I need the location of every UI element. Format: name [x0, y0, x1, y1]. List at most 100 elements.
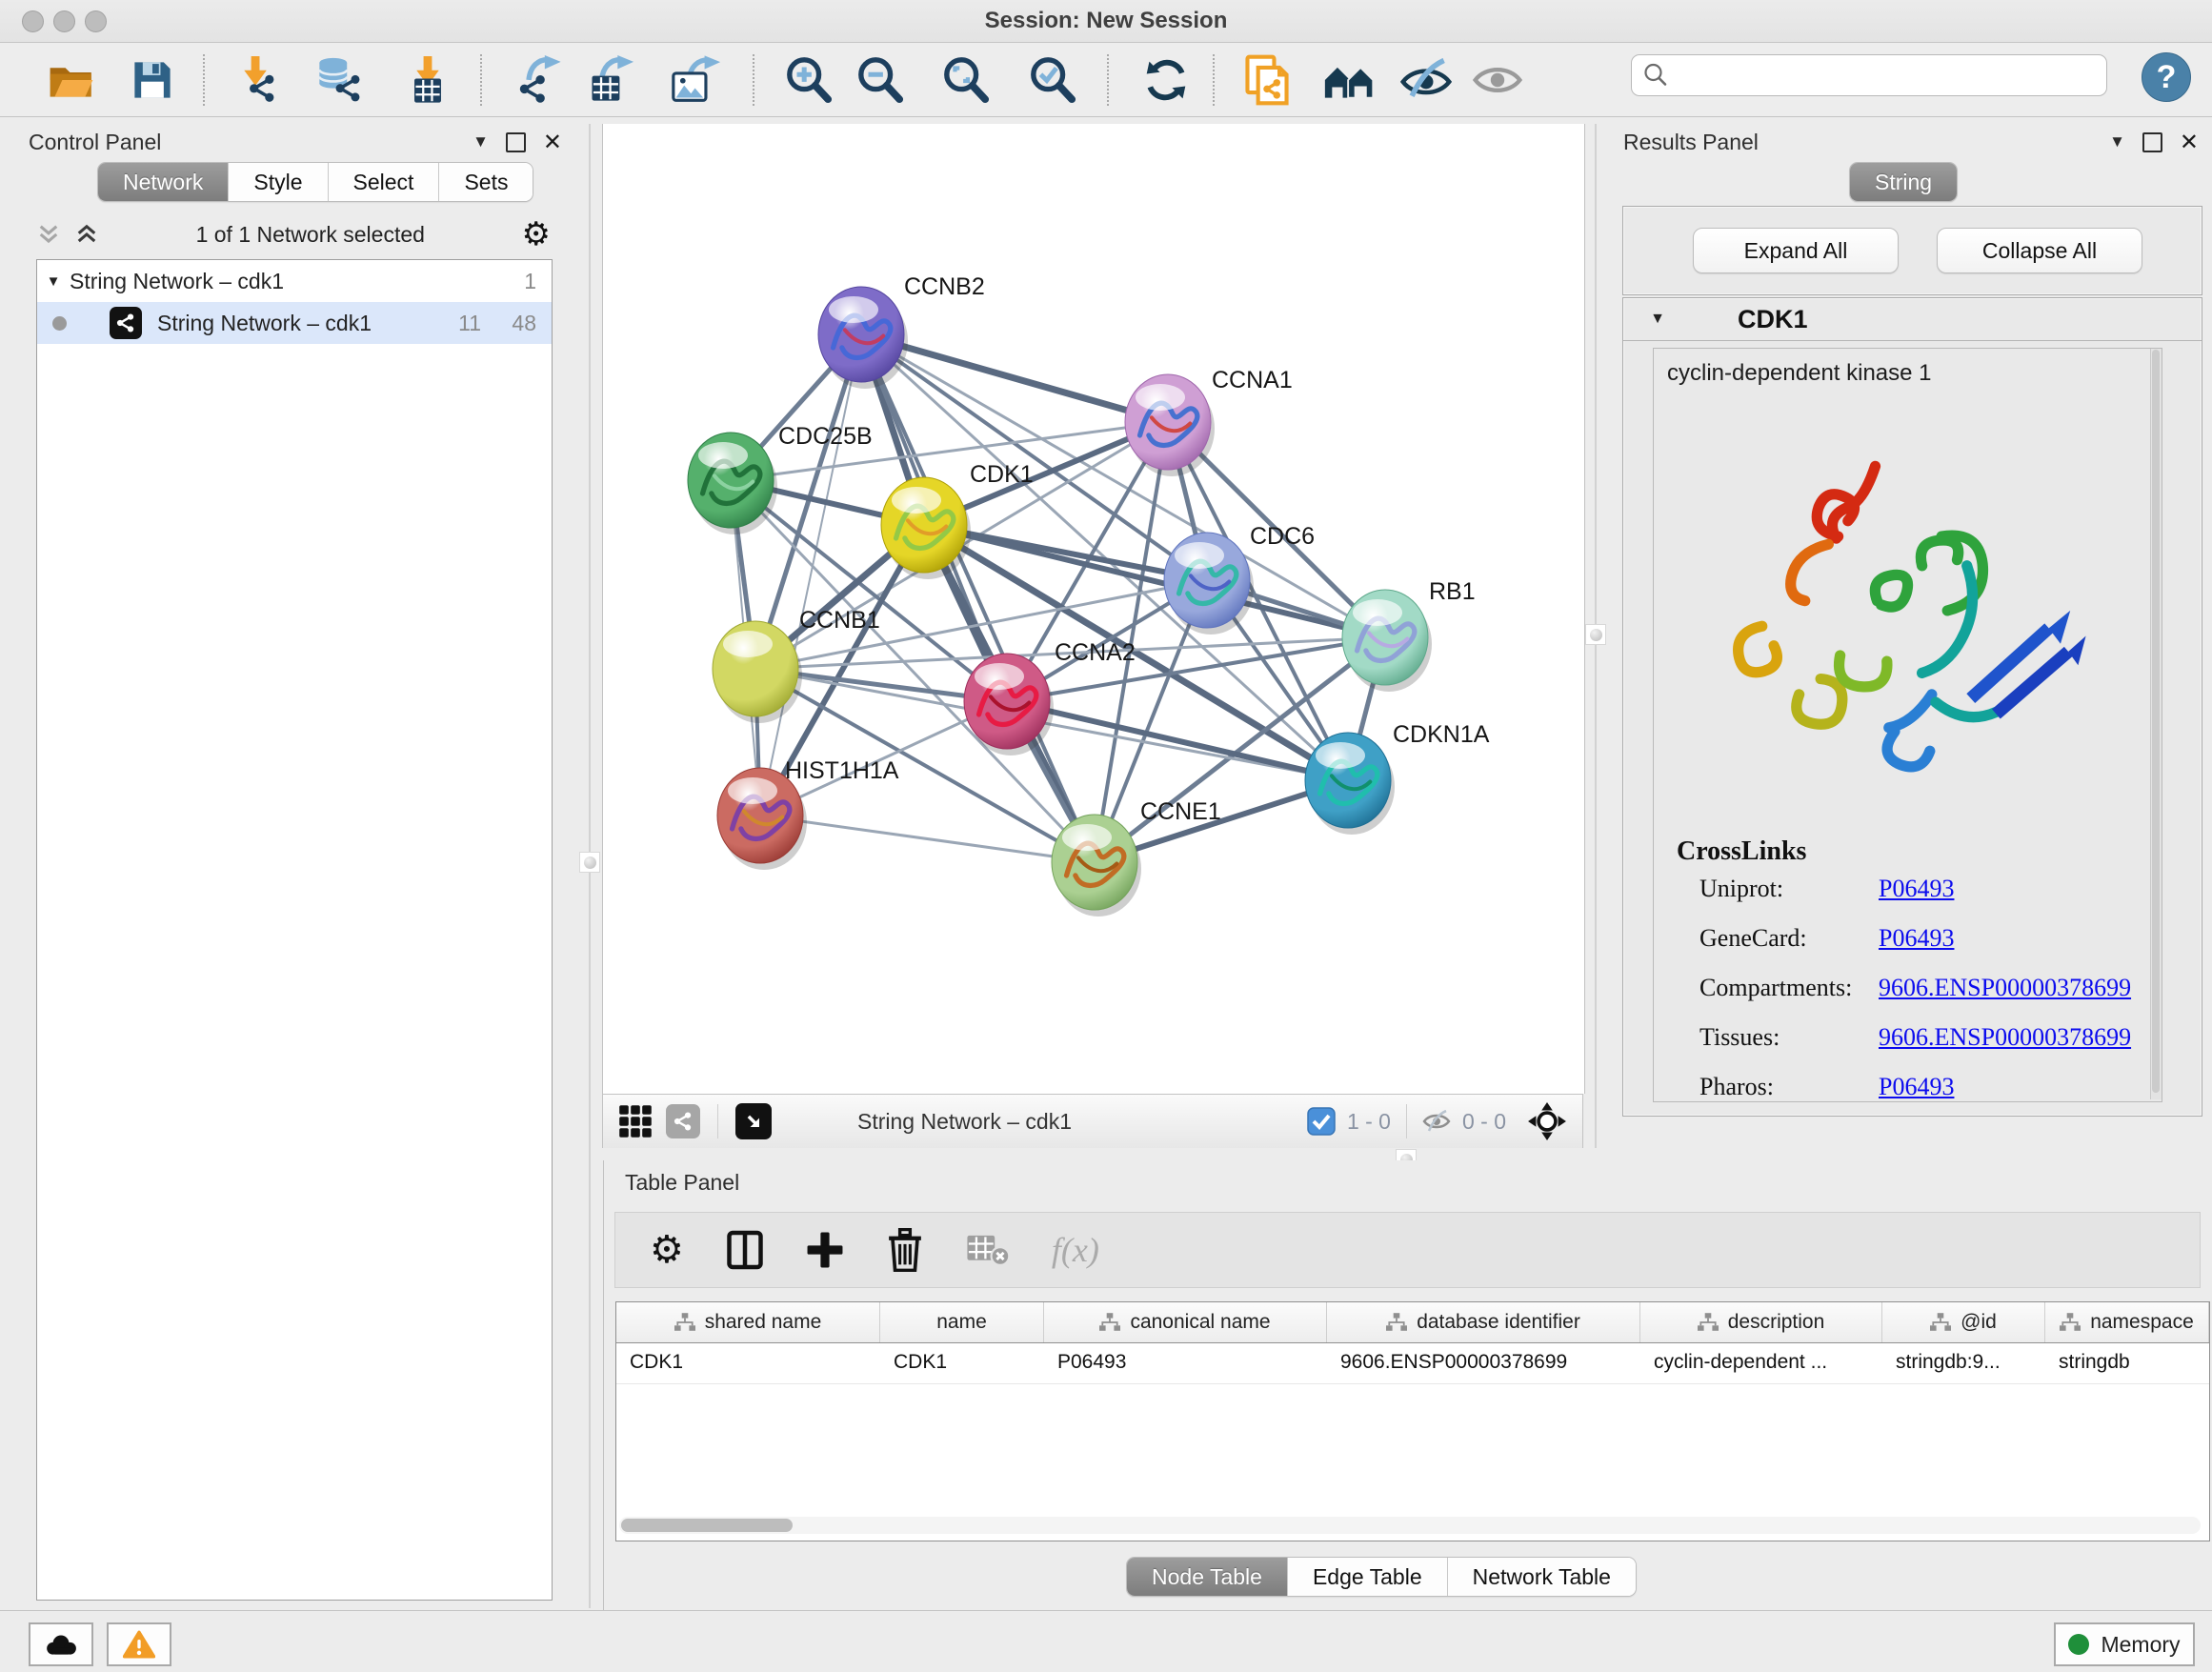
- collection-expander-icon[interactable]: ▼: [37, 273, 70, 290]
- tab-edge-table[interactable]: Edge Table: [1288, 1558, 1448, 1596]
- panel-float-icon[interactable]: [2142, 132, 2162, 152]
- expand-all-button[interactable]: Expand All: [1693, 228, 1899, 273]
- table-row[interactable]: CDK1CDK1P064939606.ENSP00000378699cyclin…: [616, 1343, 2209, 1384]
- search-bar[interactable]: [1631, 54, 2107, 96]
- open-session-icon[interactable]: [44, 52, 99, 108]
- network-node-CDC25B[interactable]: [688, 433, 777, 534]
- selected-nodes-checkbox[interactable]: [1307, 1107, 1336, 1136]
- column-header-@id[interactable]: @id: [1882, 1302, 2045, 1342]
- hidden-elements-eye-icon[interactable]: [1422, 1110, 1451, 1133]
- cloud-services-button[interactable]: [29, 1622, 93, 1666]
- network-type-icon: [110, 307, 142, 339]
- crosslink-link[interactable]: 9606.ENSP00000378699: [1879, 1023, 2131, 1051]
- network-node-count: 11: [458, 311, 481, 336]
- expand-all-icon[interactable]: [74, 223, 99, 246]
- tab-network-table[interactable]: Network Table: [1448, 1558, 1636, 1596]
- tab-network[interactable]: Network: [98, 163, 229, 201]
- tab-style[interactable]: Style: [229, 163, 328, 201]
- column-header-name[interactable]: name: [880, 1302, 1044, 1342]
- show-columns-icon[interactable]: [726, 1230, 764, 1270]
- network-edge-count: 48: [481, 311, 536, 336]
- tab-select[interactable]: Select: [329, 163, 440, 201]
- delete-column-icon[interactable]: [886, 1228, 924, 1272]
- tree-column-icon: [1386, 1313, 1407, 1332]
- column-header-canonical-name[interactable]: canonical name: [1044, 1302, 1327, 1342]
- export-image-icon[interactable]: [669, 52, 724, 108]
- grid-view-icon[interactable]: [618, 1104, 653, 1138]
- clone-network-icon[interactable]: [1239, 52, 1295, 108]
- crosslink-link[interactable]: P06493: [1879, 924, 1954, 952]
- zoom-selected-icon[interactable]: [1025, 52, 1080, 108]
- table-cell[interactable]: CDK1: [880, 1343, 1044, 1383]
- network-edge[interactable]: [760, 816, 1095, 862]
- zoom-out-icon[interactable]: [853, 52, 908, 108]
- table-cell[interactable]: stringdb: [2045, 1343, 2209, 1383]
- table-cell[interactable]: P06493: [1044, 1343, 1327, 1383]
- crosslink-link[interactable]: P06493: [1879, 875, 1954, 902]
- show-graphics-details-icon[interactable]: [1470, 52, 1525, 108]
- export-table-icon[interactable]: [583, 52, 638, 108]
- save-session-icon[interactable]: [125, 52, 180, 108]
- memory-button[interactable]: Memory: [2054, 1622, 2195, 1666]
- panel-close-icon[interactable]: ✕: [2180, 129, 2199, 156]
- import-table-from-file-icon[interactable]: [400, 52, 455, 108]
- crosslink-link[interactable]: 9606.ENSP00000378699: [1879, 974, 2131, 1001]
- import-network-from-database-icon[interactable]: [312, 52, 368, 108]
- export-network-icon[interactable]: [512, 52, 567, 108]
- network-node-CDKN1A[interactable]: [1305, 733, 1395, 835]
- column-header-database-identifier[interactable]: database identifier: [1327, 1302, 1640, 1342]
- network-view-type-icon[interactable]: [666, 1104, 700, 1138]
- column-header-description[interactable]: description: [1640, 1302, 1882, 1342]
- network-node-CCNB2[interactable]: [818, 287, 908, 389]
- network-collection-row[interactable]: ▼ String Network – cdk1 1: [37, 260, 552, 302]
- import-network-from-file-icon[interactable]: [231, 52, 286, 108]
- network-node-RB1[interactable]: [1342, 590, 1432, 692]
- panel-close-icon[interactable]: ✕: [543, 129, 562, 156]
- add-column-icon[interactable]: [806, 1231, 844, 1269]
- tab-sets[interactable]: Sets: [439, 163, 533, 201]
- column-header-namespace[interactable]: namespace: [2045, 1302, 2209, 1342]
- network-node-CDC6[interactable]: [1164, 533, 1254, 635]
- help-button[interactable]: ?: [2142, 52, 2191, 102]
- hide-selected-icon[interactable]: [1398, 52, 1454, 108]
- network-canvas[interactable]: CCNB2CCNA1CDC25BCDK1CDC6RB1CCNB1CCNA2CDK…: [602, 124, 1585, 1094]
- network-edge[interactable]: [760, 334, 861, 816]
- refresh-network-view-icon[interactable]: [1138, 52, 1194, 108]
- column-header-shared-name[interactable]: shared name: [616, 1302, 880, 1342]
- zoom-in-icon[interactable]: [781, 52, 836, 108]
- entry-expander-icon[interactable]: ▼: [1623, 311, 1692, 328]
- table-cell[interactable]: cyclin-dependent ...: [1640, 1343, 1882, 1383]
- left-splitter-handle[interactable]: [579, 852, 600, 873]
- detach-view-icon[interactable]: [735, 1103, 772, 1139]
- results-scrollbar[interactable]: [2150, 349, 2162, 1099]
- first-neighbors-icon[interactable]: [1322, 52, 1377, 108]
- delete-table-icon[interactable]: [966, 1234, 1010, 1266]
- table-cell[interactable]: CDK1: [616, 1343, 880, 1383]
- tab-node-table[interactable]: Node Table: [1127, 1558, 1288, 1596]
- collapse-all-button[interactable]: Collapse All: [1937, 228, 2142, 273]
- tab-string[interactable]: String: [1850, 163, 1957, 201]
- collapse-all-icon[interactable]: [36, 223, 61, 246]
- table-type-tabs: Node TableEdge TableNetwork Table: [1126, 1557, 1637, 1597]
- panel-float-icon[interactable]: [506, 132, 526, 152]
- network-row[interactable]: String Network – cdk1 11 48: [37, 302, 552, 344]
- table-horizontal-scrollbar[interactable]: [619, 1517, 2201, 1534]
- table-panel-title: Table Panel: [625, 1170, 739, 1195]
- search-input[interactable]: [1678, 62, 2095, 89]
- right-splitter-handle[interactable]: [1585, 624, 1606, 645]
- table-cell[interactable]: stringdb:9...: [1882, 1343, 2045, 1383]
- birds-eye-view-icon[interactable]: [1527, 1101, 1567, 1141]
- table-options-gear-icon[interactable]: ⚙: [650, 1228, 684, 1272]
- crosslink-link[interactable]: P06493: [1879, 1073, 1954, 1100]
- network-node-CCNA1[interactable]: [1125, 374, 1215, 476]
- panel-collapse-icon[interactable]: ▼: [2109, 132, 2125, 151]
- warnings-button[interactable]: [107, 1622, 171, 1666]
- table-cell[interactable]: 9606.ENSP00000378699: [1327, 1343, 1640, 1383]
- network-node-CCNE1[interactable]: [1052, 815, 1141, 917]
- panel-collapse-icon[interactable]: ▼: [473, 132, 489, 151]
- network-edge[interactable]: [1007, 701, 1348, 780]
- network-options-gear-icon[interactable]: ⚙: [522, 215, 551, 253]
- zoom-fit-content-icon[interactable]: [938, 52, 994, 108]
- network-node-CDK1[interactable]: [881, 477, 971, 579]
- function-builder-icon[interactable]: f(x): [1052, 1230, 1099, 1270]
